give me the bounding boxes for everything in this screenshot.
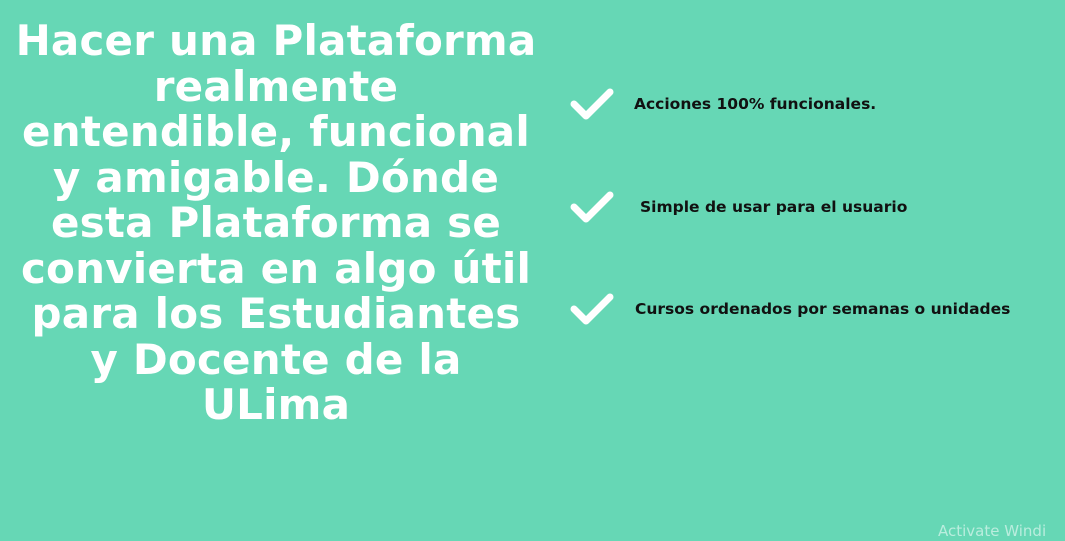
- headline: Hacer una Plataforma realmente entendibl…: [15, 16, 537, 429]
- feature-item-simple: Simple de usar para el usuario: [570, 190, 907, 224]
- checkmark-icon: [570, 293, 614, 325]
- feature-label: Acciones 100% funcionales.: [634, 95, 877, 113]
- checkmark-icon: [570, 191, 614, 223]
- activation-watermark: Activate Windi: [938, 522, 1047, 540]
- feature-label: Simple de usar para el usuario: [640, 198, 908, 216]
- feature-item-courses: Cursos ordenados por semanas o unidades: [570, 292, 1010, 326]
- checkmark-icon: [570, 88, 614, 120]
- feature-label: Cursos ordenados por semanas o unidades: [635, 300, 1011, 318]
- feature-item-actions: Acciones 100% funcionales.: [570, 87, 876, 121]
